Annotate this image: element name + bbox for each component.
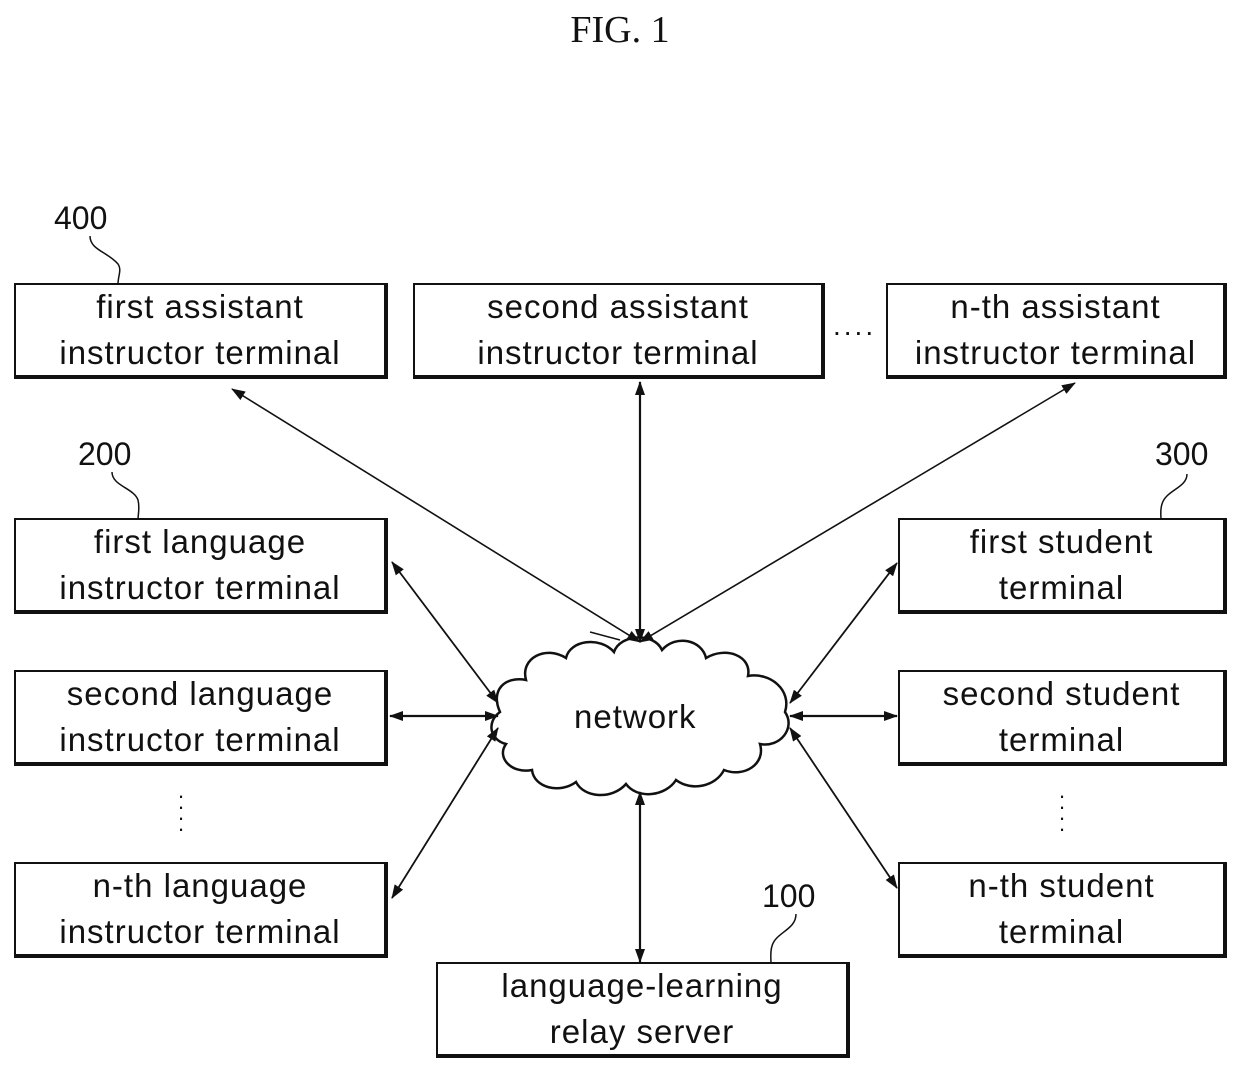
box-line-2: terminal (998, 721, 1125, 758)
box-line-1: n-th language (92, 867, 308, 904)
first-assistant-instructor-terminal: first assistant instructor terminal (14, 283, 388, 379)
box-line-2: relay server (549, 1013, 735, 1050)
nth-language-instructor-terminal: n-th language instructor terminal (14, 862, 388, 958)
ref-leader-400 (89, 235, 121, 285)
box-line-1: second student (942, 675, 1181, 712)
link-language-1 (391, 561, 499, 704)
ref-leader-200 (111, 471, 140, 521)
horizontal-ellipsis: .... (833, 310, 877, 341)
nth-student-terminal: n-th student terminal (898, 862, 1227, 958)
box-line-1: n-th assistant (950, 288, 1161, 325)
network-label: network (574, 698, 697, 735)
box-line-1: second assistant (487, 288, 749, 325)
first-language-instructor-terminal: first language instructor terminal (14, 518, 388, 614)
box-line-2: instructor terminal (59, 334, 341, 371)
box-line-2: terminal (998, 569, 1125, 606)
second-language-instructor-terminal: second language instructor terminal (14, 670, 388, 766)
link-student-n (789, 727, 898, 889)
box-line-1: first assistant (96, 288, 304, 325)
box-line-1: language-learning (501, 967, 783, 1004)
box-line-2: instructor terminal (59, 569, 341, 606)
second-student-terminal: second student terminal (898, 670, 1227, 766)
second-assistant-instructor-terminal: second assistant instructor terminal (413, 283, 825, 379)
first-student-terminal: first student terminal (898, 518, 1227, 614)
box-line-1: first student (969, 523, 1154, 560)
box-line-1: second language (66, 675, 334, 712)
box-line-2: instructor terminal (59, 721, 341, 758)
vertical-ellipsis-right: · · · · (1058, 783, 1066, 841)
box-line-2: instructor terminal (59, 913, 341, 950)
ref-200: 200 (78, 436, 132, 472)
box-line-1: first language (93, 523, 307, 560)
nth-assistant-instructor-terminal: n-th assistant instructor terminal (886, 283, 1227, 379)
link-stub (589, 631, 621, 641)
ref-leader-300 (1160, 473, 1188, 521)
box-line-2: instructor terminal (914, 334, 1197, 371)
ref-300: 300 (1155, 436, 1209, 472)
box-line-2: terminal (998, 913, 1125, 950)
vertical-ellipsis-left: · · · · (177, 783, 185, 841)
language-learning-relay-server: language-learning relay server (436, 962, 850, 1058)
box-line-1: n-th student (968, 867, 1155, 904)
ref-400: 400 (54, 200, 108, 236)
figure-title: FIG. 1 (570, 9, 670, 51)
ref-100: 100 (762, 878, 816, 914)
ref-leader-100 (770, 913, 797, 965)
box-line-2: instructor terminal (477, 334, 759, 371)
link-student-1 (789, 562, 898, 704)
link-language-n (391, 727, 499, 899)
